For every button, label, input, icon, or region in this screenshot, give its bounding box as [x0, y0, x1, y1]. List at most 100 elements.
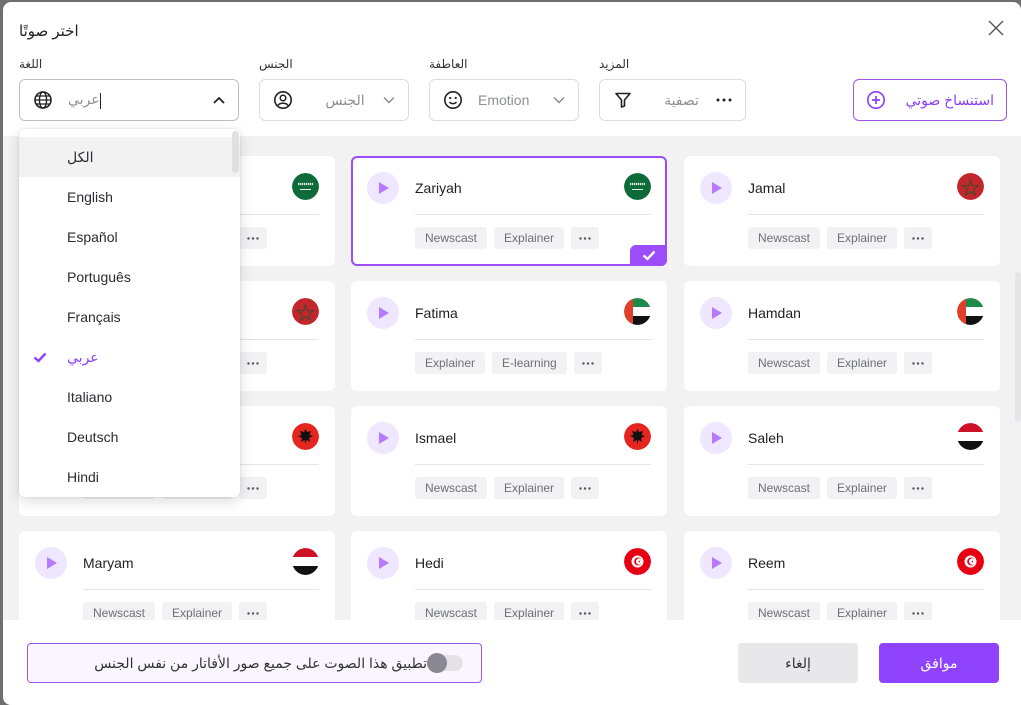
voice-card[interactable]: Ismael Newscast Explainer	[351, 406, 667, 516]
language-option[interactable]: الكل	[19, 137, 240, 177]
play-button[interactable]	[367, 172, 399, 204]
chevron-up-icon	[212, 93, 226, 107]
play-icon	[378, 181, 390, 195]
play-button[interactable]	[700, 547, 732, 579]
language-option[interactable]: Português	[19, 257, 240, 297]
voice-tag: Newscast	[415, 602, 488, 620]
more-tags-button[interactable]	[904, 602, 933, 620]
clone-voice-button[interactable]: استنساخ صوتي	[853, 79, 1007, 121]
play-button[interactable]	[367, 297, 399, 329]
toggle-knob	[427, 653, 447, 673]
apply-to-all-option: تطبيق هذا الصوت على جميع صور الأفاتار من…	[27, 643, 482, 683]
ellipsis-icon	[912, 361, 924, 365]
voice-name: Saleh	[748, 430, 784, 446]
more-tags-button[interactable]	[239, 227, 268, 249]
voice-card[interactable]: Fatima Explainer E-learning	[351, 281, 667, 391]
voice-card[interactable]: Jamal Newscast Explainer	[684, 156, 1000, 266]
more-tags-button[interactable]	[904, 477, 933, 499]
play-icon	[378, 556, 390, 570]
language-dropdown: الكل English Español Português Français عربي I…	[19, 129, 240, 497]
voice-card[interactable]: Zariyah Newscast Explainer	[351, 156, 667, 266]
voice-tags: Explainer E-learning	[415, 352, 602, 374]
play-button[interactable]	[700, 297, 732, 329]
language-option-label: Español	[67, 229, 118, 245]
voice-name: Ismael	[415, 430, 457, 446]
gender-select[interactable]: الجنس	[259, 79, 409, 121]
language-option[interactable]: Italiano	[19, 377, 240, 417]
play-button[interactable]	[35, 547, 67, 579]
voice-tag: Explainer	[494, 227, 565, 249]
ellipsis-icon	[247, 486, 259, 490]
user-circle-icon	[272, 89, 294, 111]
more-tags-button[interactable]	[571, 477, 600, 499]
more-tags-button[interactable]	[904, 227, 933, 249]
voice-tag: Newscast	[748, 477, 821, 499]
play-icon	[711, 181, 723, 195]
checkmark-icon	[33, 350, 47, 366]
ellipsis-icon	[247, 611, 259, 615]
emotion-select[interactable]: Emotion	[429, 79, 579, 121]
apply-to-all-toggle[interactable]	[427, 653, 463, 673]
emotion-placeholder: Emotion	[478, 92, 530, 108]
play-button[interactable]	[700, 172, 732, 204]
play-button[interactable]	[367, 547, 399, 579]
language-select[interactable]: عربي	[19, 79, 239, 121]
voice-tags: Newscast Explainer	[748, 602, 933, 620]
language-select-value: عربي	[68, 91, 100, 108]
flag-morocco-icon	[292, 298, 319, 325]
more-tags-button[interactable]	[571, 602, 600, 620]
language-option[interactable]: English	[19, 177, 240, 217]
flag-tunisia-icon	[624, 548, 651, 575]
more-filter-select[interactable]: تصفية	[599, 79, 746, 121]
voice-name: Zariyah	[415, 180, 462, 196]
voice-card[interactable]: Saleh Newscast Explainer	[684, 406, 1000, 516]
more-tags-button[interactable]	[239, 352, 268, 374]
play-icon	[46, 556, 58, 570]
voice-card[interactable]: Hedi Newscast Explainer	[351, 531, 667, 620]
language-option[interactable]: عربي	[19, 337, 240, 377]
voice-name: Reem	[748, 555, 786, 571]
close-button[interactable]	[986, 18, 1006, 38]
play-button[interactable]	[367, 422, 399, 454]
language-option[interactable]: Hindi	[19, 457, 240, 497]
ellipsis-icon	[912, 611, 924, 615]
language-option-label: الكل	[67, 148, 94, 165]
language-select-input[interactable]: عربي	[68, 91, 212, 109]
language-option[interactable]: Deutsch	[19, 417, 240, 457]
play-icon	[711, 431, 723, 445]
voice-name: Fatima	[415, 305, 458, 321]
more-tags-button[interactable]	[239, 477, 268, 499]
cancel-button[interactable]: إلغاء	[738, 643, 858, 683]
voice-card[interactable]: Maryam Newscast Explainer	[19, 531, 335, 620]
voice-tags: Newscast Explainer	[748, 352, 933, 374]
ok-button[interactable]: موافق	[879, 643, 999, 683]
voice-tag: Newscast	[415, 477, 488, 499]
language-option-label: Français	[67, 309, 121, 325]
card-divider	[748, 214, 984, 215]
language-option-label: Italiano	[67, 389, 113, 405]
card-divider	[415, 589, 651, 590]
voice-tag: Newscast	[748, 352, 821, 374]
more-filter-label: المزيد	[599, 57, 630, 71]
voice-grid-scrollbar[interactable]	[1015, 272, 1021, 422]
voice-card[interactable]: Hamdan Newscast Explainer	[684, 281, 1000, 391]
card-divider	[748, 339, 984, 340]
dropdown-scrollbar[interactable]	[232, 131, 239, 173]
language-option[interactable]: Español	[19, 217, 240, 257]
more-tags-button[interactable]	[904, 352, 933, 374]
play-button[interactable]	[700, 422, 732, 454]
clone-voice-label: استنساخ صوتي	[905, 91, 994, 108]
voice-card[interactable]: Reem Newscast Explainer	[684, 531, 1000, 620]
voice-tag: Newscast	[83, 602, 156, 620]
more-tags-button[interactable]	[573, 352, 602, 374]
globe-icon	[32, 89, 54, 111]
voice-tag: Newscast	[748, 602, 821, 620]
more-tags-button[interactable]	[239, 602, 268, 620]
more-tags-button[interactable]	[571, 227, 600, 249]
voice-tags: Newscast Explainer	[415, 477, 600, 499]
card-divider	[83, 589, 319, 590]
voice-tag: Explainer	[827, 227, 898, 249]
language-option[interactable]: Français	[19, 297, 240, 337]
ellipsis-icon	[247, 236, 259, 240]
voice-name: Hedi	[415, 555, 444, 571]
